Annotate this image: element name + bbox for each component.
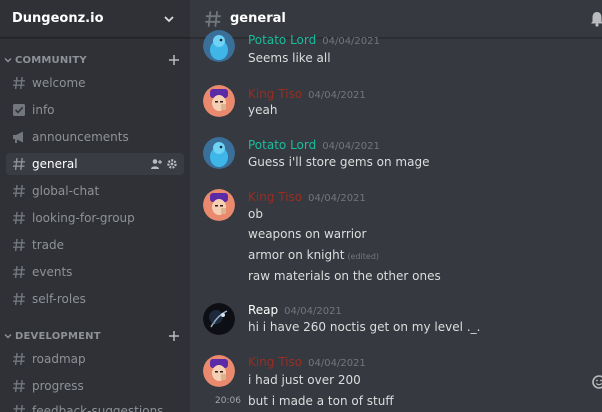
channel-label: looking-for-group — [32, 211, 135, 225]
message-text-content: armor on knight — [248, 248, 345, 262]
author-name[interactable]: Potato Lord — [248, 33, 316, 47]
category-label: COMMUNITY — [15, 54, 87, 66]
rules-icon — [13, 104, 25, 116]
channel-label: self-roles — [32, 292, 86, 306]
message-meta: Potato Lord 04/04/2021 — [248, 138, 380, 152]
hash-icon — [13, 404, 25, 412]
chevron-down-icon — [4, 334, 12, 339]
hash-icon — [13, 352, 25, 366]
avatar[interactable] — [203, 85, 235, 117]
channel-feedback-suggestions[interactable]: feedback-suggestions — [6, 400, 184, 412]
message-text: yeah — [248, 103, 278, 117]
channel-label: global-chat — [32, 184, 100, 198]
hash-icon — [13, 238, 25, 252]
channel-label: progress — [32, 379, 84, 393]
channel-label: announcements — [32, 130, 129, 144]
message-text: weapons on warrior — [248, 227, 367, 241]
hash-icon — [13, 211, 25, 225]
message-text: ob — [248, 207, 263, 221]
channel-global-chat[interactable]: global-chat — [6, 180, 184, 202]
message-text: raw materials on the other ones — [248, 269, 441, 283]
timestamp: 04/04/2021 — [322, 141, 380, 152]
gear-icon[interactable] — [166, 158, 178, 170]
hash-icon — [13, 292, 25, 306]
author-name[interactable]: King Tiso — [248, 190, 302, 204]
timestamp: 04/04/2021 — [308, 193, 366, 204]
channel-tools — [150, 158, 184, 170]
channel-roadmap[interactable]: roadmap — [6, 348, 184, 370]
message-meta: King Tiso 04/04/2021 — [248, 355, 366, 369]
channel-announcements[interactable]: announcements — [6, 126, 184, 148]
megaphone-icon — [13, 131, 23, 143]
bell-icon[interactable] — [590, 11, 602, 27]
reaction-icon[interactable] — [592, 375, 602, 389]
channel-trade[interactable]: trade — [6, 234, 184, 256]
timestamp: 04/04/2021 — [322, 36, 380, 47]
channel-sidebar: Dungeonz.io COMMUNITY welcome info annou… — [0, 0, 190, 412]
author-name[interactable]: King Tiso — [248, 355, 302, 369]
timestamp: 04/04/2021 — [284, 306, 342, 317]
avatar[interactable] — [203, 189, 235, 221]
channel-events[interactable]: events — [6, 261, 184, 283]
timestamp: 04/04/2021 — [308, 358, 366, 369]
channel-self-roles[interactable]: self-roles — [6, 288, 184, 310]
channel-progress[interactable]: progress — [6, 375, 184, 397]
channel-info[interactable]: info — [6, 99, 184, 121]
chevron-down-icon[interactable] — [162, 12, 176, 26]
message-text: hi i have 260 noctis get on my level ._. — [248, 320, 481, 334]
message-text: Guess i'll store gems on mage — [248, 155, 430, 169]
plus-icon[interactable] — [168, 54, 180, 66]
avatar[interactable] — [203, 137, 235, 169]
hash-icon — [13, 184, 25, 198]
hash-icon — [205, 10, 221, 27]
author-name[interactable]: Potato Lord — [248, 138, 316, 152]
channel-title: general — [230, 11, 286, 26]
channel-general[interactable]: general — [6, 153, 184, 175]
message-text: i had just over 200 — [248, 373, 361, 387]
author-name[interactable]: Reap — [248, 303, 278, 317]
channel-label: general — [32, 157, 78, 171]
category-community[interactable]: COMMUNITY — [0, 51, 190, 69]
author-name[interactable]: King Tiso — [248, 87, 302, 101]
plus-icon[interactable] — [168, 330, 180, 342]
edited-label: (edited) — [347, 252, 380, 261]
invite-icon[interactable] — [150, 158, 162, 170]
channel-looking-for-group[interactable]: looking-for-group — [6, 207, 184, 229]
avatar[interactable] — [203, 30, 235, 62]
hash-icon — [13, 379, 25, 393]
category-label: DEVELOPMENT — [15, 330, 101, 342]
hash-icon — [13, 76, 25, 90]
message-meta: King Tiso 04/04/2021 — [248, 190, 366, 204]
hash-icon — [13, 157, 25, 171]
channel-label: trade — [32, 238, 64, 252]
avatar[interactable] — [203, 303, 235, 335]
channel-label: roadmap — [32, 352, 86, 366]
message-meta: Reap 04/04/2021 — [248, 303, 342, 317]
message-meta: Potato Lord 04/04/2021 — [248, 33, 380, 47]
avatar[interactable] — [203, 355, 235, 387]
server-header[interactable]: Dungeonz.io — [0, 0, 190, 38]
hash-icon — [13, 265, 25, 279]
chat-area: general Potato Lord 04/04/2021 Seems like… — [190, 0, 602, 412]
message-meta: King Tiso 04/04/2021 — [248, 87, 366, 101]
message-text: Seems like all — [248, 51, 331, 65]
message-text: armor on knight (edited) — [248, 248, 379, 262]
server-name: Dungeonz.io — [12, 11, 104, 26]
hover-timestamp: 20:06 — [215, 396, 241, 406]
message-text: but i made a ton of stuff — [248, 394, 394, 408]
channel-label: feedback-suggestions — [32, 404, 164, 412]
channel-label: events — [32, 265, 73, 279]
channel-welcome[interactable]: welcome — [6, 72, 184, 94]
channel-label: info — [32, 103, 55, 117]
category-development[interactable]: DEVELOPMENT — [0, 327, 190, 345]
chevron-down-icon — [4, 58, 12, 63]
channel-label: welcome — [32, 76, 86, 90]
timestamp: 04/04/2021 — [308, 90, 366, 101]
